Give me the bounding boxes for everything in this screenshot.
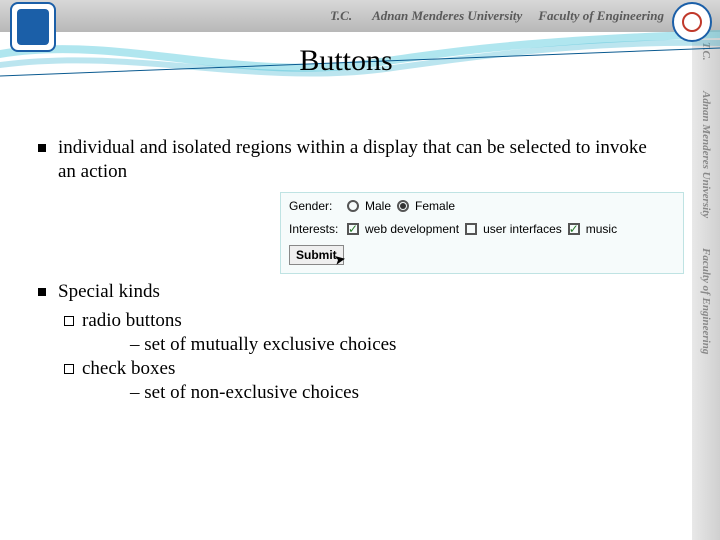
interests-label: Interests: [289,222,341,237]
radio-female-label: Female [415,199,455,214]
gender-row: Gender: Male Female [289,199,675,214]
sub-check-text: check boxes [82,357,175,381]
checkbox-ui[interactable] [465,223,477,235]
checkbox-music[interactable]: ✓ [568,223,580,235]
sidebar-faculty: Faculty of Engineering [700,248,712,354]
checkbox-web-label: web development [365,222,459,237]
sidebar-university: Adnan Menderes University [700,91,712,218]
radio-female[interactable] [397,200,409,212]
slide-title: Buttons [0,44,720,78]
box-icon [64,364,74,374]
gender-label: Gender: [289,199,341,214]
header-bar: T.C. Adnan Menderes University Faculty o… [0,0,720,32]
bullet-2-text: Special kinds [58,280,652,304]
bullet-1: individual and isolated regions within a… [38,136,652,184]
sub-radio-desc: – set of mutually exclusive choices [130,333,652,357]
header-university: Adnan Menderes University [372,8,522,24]
university-logo-right [672,2,712,42]
bullet-square-icon [38,288,46,296]
sub-bullet-check: check boxes [64,357,652,381]
sub-bullet-radio: radio buttons [64,309,652,333]
submit-wrap: Submit ➤ [289,245,344,265]
sub-radio-text: radio buttons [82,309,182,333]
checkbox-ui-label: user interfaces [483,222,562,237]
slide-content: individual and isolated regions within a… [0,78,692,404]
checkbox-music-label: music [586,222,617,237]
bullet-2: Special kinds [38,280,652,304]
box-icon [64,316,74,326]
radio-male-label: Male [365,199,391,214]
cursor-icon: ➤ [333,250,348,269]
university-logo-left [10,2,56,52]
header-tc: T.C. [330,8,352,24]
radio-male[interactable] [347,200,359,212]
checkbox-web[interactable]: ✓ [347,223,359,235]
interests-row: Interests: ✓ web development user interf… [289,222,675,237]
form-example: Gender: Male Female Interests: ✓ web dev… [280,192,684,274]
sidebar-vertical: T.C. Adnan Menderes University Faculty o… [692,32,720,540]
bullet-square-icon [38,144,46,152]
header-faculty: Faculty of Engineering [538,8,664,24]
bullet-1-text: individual and isolated regions within a… [58,136,652,184]
sub-check-desc: – set of non-exclusive choices [130,381,652,405]
